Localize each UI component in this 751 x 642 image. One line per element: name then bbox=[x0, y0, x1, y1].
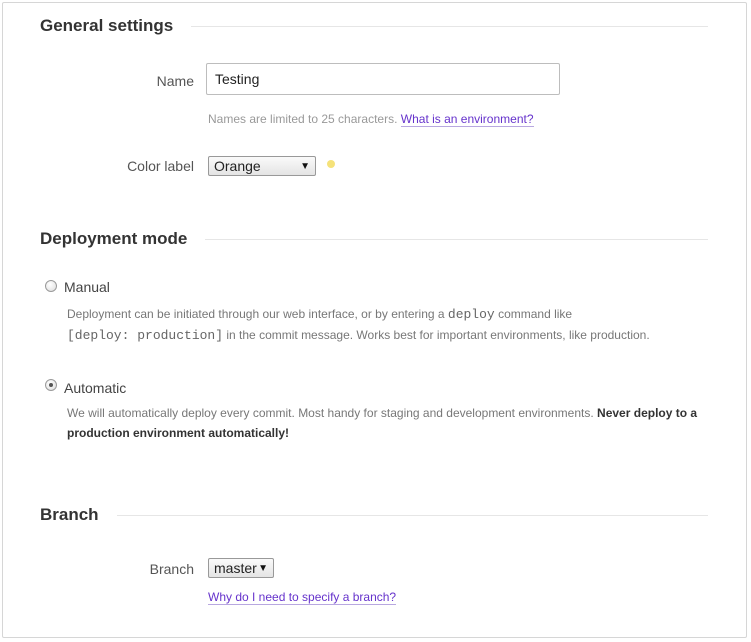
branch-help: Why do I need to specify a branch? bbox=[208, 590, 397, 605]
general-settings-heading: General settings bbox=[40, 16, 708, 36]
manual-desc-text-2: command like bbox=[498, 307, 573, 321]
branch-heading: Branch bbox=[40, 505, 708, 525]
manual-description: Deployment can be initiated through our … bbox=[67, 304, 717, 346]
section-divider bbox=[191, 25, 708, 27]
manual-radio-label[interactable]: Manual bbox=[64, 279, 110, 295]
name-label: Name bbox=[156, 73, 194, 89]
branch-select[interactable]: master ▼ bbox=[208, 558, 274, 578]
branch-label: Branch bbox=[149, 561, 194, 577]
section-divider bbox=[205, 238, 708, 240]
color-select-value: Orange bbox=[214, 158, 261, 174]
general-settings-title: General settings bbox=[40, 16, 174, 35]
color-select[interactable]: Orange ▼ bbox=[208, 156, 316, 176]
automatic-radio[interactable] bbox=[45, 379, 57, 391]
name-hint-text: Names are limited to 25 characters. bbox=[208, 112, 398, 126]
name-hint: Names are limited to 25 characters. What… bbox=[208, 112, 534, 127]
what-is-environment-link[interactable]: What is an environment? bbox=[400, 112, 534, 127]
name-input[interactable] bbox=[206, 63, 560, 95]
branch-select-value: master bbox=[214, 560, 257, 576]
color-dot-indicator bbox=[327, 160, 335, 168]
deploy-code: deploy bbox=[447, 307, 495, 322]
section-divider bbox=[116, 514, 708, 516]
manual-desc-text-3: in the commit message. Works best for im… bbox=[226, 328, 650, 342]
automatic-description: We will automatically deploy every commi… bbox=[67, 403, 712, 443]
why-specify-branch-link[interactable]: Why do I need to specify a branch? bbox=[208, 590, 397, 605]
deploy-production-code: [deploy: production] bbox=[67, 328, 224, 343]
manual-desc-text-1: Deployment can be initiated through our … bbox=[67, 307, 445, 321]
manual-radio[interactable] bbox=[45, 280, 57, 292]
automatic-radio-label[interactable]: Automatic bbox=[64, 380, 126, 396]
chevron-down-icon: ▼ bbox=[300, 160, 310, 172]
deployment-mode-heading: Deployment mode bbox=[40, 229, 708, 249]
branch-title: Branch bbox=[40, 505, 99, 524]
automatic-desc-text: We will automatically deploy every commi… bbox=[67, 406, 594, 420]
color-label: Color label bbox=[127, 158, 194, 174]
chevron-down-icon: ▼ bbox=[258, 562, 268, 574]
deployment-mode-title: Deployment mode bbox=[40, 229, 188, 248]
